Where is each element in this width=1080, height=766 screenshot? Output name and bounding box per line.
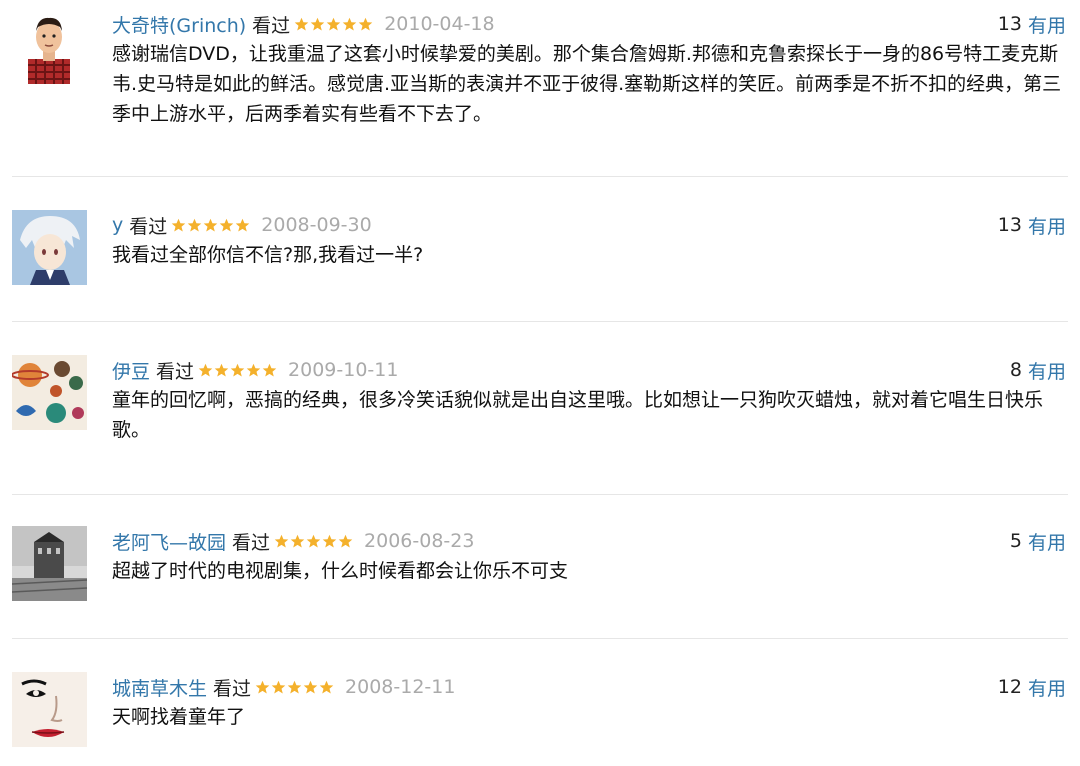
star-icon bbox=[271, 680, 286, 695]
star-icon bbox=[303, 680, 318, 695]
comment-item: 城南草木生 看过 2008-12-11 12 有用 天啊找着童年了 bbox=[12, 672, 1068, 762]
comment-date: 2009-10-11 bbox=[288, 359, 399, 381]
rating-stars bbox=[255, 680, 335, 695]
star-icon bbox=[255, 680, 270, 695]
star-icon bbox=[290, 534, 305, 549]
useful-button[interactable]: 有用 bbox=[1028, 528, 1066, 555]
useful-button[interactable]: 有用 bbox=[1028, 212, 1066, 239]
divider bbox=[12, 176, 1068, 177]
star-icon bbox=[230, 363, 245, 378]
divider bbox=[12, 494, 1068, 495]
comment-date: 2008-12-11 bbox=[345, 676, 456, 698]
comment-header: 老阿飞—故园 看过 2006-08-23 bbox=[112, 526, 474, 556]
star-icon bbox=[319, 680, 334, 695]
watch-status: 看过 bbox=[129, 215, 168, 238]
star-icon bbox=[198, 363, 213, 378]
comment-header: 大奇特(Grinch) 看过 2010-04-18 bbox=[112, 9, 495, 39]
star-icon bbox=[358, 17, 373, 32]
comment-item: 大奇特(Grinch) 看过 2010-04-18 13 有用 感谢瑞信DVD，… bbox=[12, 9, 1068, 159]
comment-date: 2006-08-23 bbox=[364, 530, 475, 552]
comment-item: 老阿飞—故园 看过 2006-08-23 5 有用 超越了时代的电视剧集，什么时… bbox=[12, 526, 1068, 616]
vote-count: 5 bbox=[1009, 530, 1022, 552]
star-icon bbox=[322, 534, 337, 549]
comment-header: y 看过 2008-09-30 bbox=[112, 210, 372, 240]
comment-text: 天啊找着童年了 bbox=[112, 706, 246, 728]
vote-count: 13 bbox=[997, 214, 1022, 236]
vote-count: 13 bbox=[997, 13, 1022, 35]
star-icon bbox=[262, 363, 277, 378]
vote-area: 5 有用 bbox=[1010, 526, 1066, 556]
star-icon bbox=[187, 218, 202, 233]
comment-header: 城南草木生 看过 2008-12-11 bbox=[112, 672, 455, 702]
vote-count: 12 bbox=[997, 676, 1022, 698]
rating-stars bbox=[274, 534, 354, 549]
watch-status: 看过 bbox=[156, 360, 195, 383]
author-link[interactable]: 大奇特(Grinch) bbox=[112, 11, 246, 38]
rating-stars bbox=[294, 17, 374, 32]
watch-status: 看过 bbox=[232, 531, 271, 554]
star-icon bbox=[246, 363, 261, 378]
rating-stars bbox=[171, 218, 251, 233]
vote-count: 8 bbox=[1009, 359, 1022, 381]
star-icon bbox=[342, 17, 357, 32]
author-link[interactable]: 伊豆 bbox=[112, 357, 150, 384]
tower-photo-avatar[interactable] bbox=[12, 526, 87, 601]
comment-text: 我看过全部你信不信?那,我看过一半? bbox=[112, 244, 424, 266]
comment-text: 童年的回忆啊，恶搞的经典，很多冷笑话貌似就是出自这里哦。比如想让一只狗吹灭蜡烛，… bbox=[112, 389, 1044, 441]
star-icon bbox=[171, 218, 186, 233]
vote-area: 8 有用 bbox=[1010, 355, 1066, 385]
useful-button[interactable]: 有用 bbox=[1028, 11, 1066, 38]
comment-date: 2008-09-30 bbox=[261, 214, 372, 236]
vote-area: 13 有用 bbox=[998, 9, 1066, 39]
star-icon bbox=[203, 218, 218, 233]
comment-date: 2010-04-18 bbox=[384, 13, 495, 35]
useful-button[interactable]: 有用 bbox=[1028, 357, 1066, 384]
useful-button[interactable]: 有用 bbox=[1028, 674, 1066, 701]
face-sketch-avatar[interactable] bbox=[12, 672, 87, 747]
anime-character-avatar[interactable] bbox=[12, 210, 87, 285]
star-icon bbox=[287, 680, 302, 695]
divider bbox=[12, 638, 1068, 639]
vote-area: 13 有用 bbox=[998, 210, 1066, 240]
star-icon bbox=[235, 218, 250, 233]
comment-item: y 看过 2008-09-30 13 有用 我看过全部你信不信?那,我看过一半? bbox=[12, 210, 1068, 300]
star-icon bbox=[326, 17, 341, 32]
planet-drawing-avatar[interactable] bbox=[12, 355, 87, 430]
star-icon bbox=[306, 534, 321, 549]
star-icon bbox=[214, 363, 229, 378]
man-portrait-avatar[interactable] bbox=[12, 9, 87, 84]
vote-area: 12 有用 bbox=[998, 672, 1066, 702]
comment-text: 超越了时代的电视剧集，什么时候看都会让你乐不可支 bbox=[112, 560, 569, 582]
star-icon bbox=[274, 534, 289, 549]
watch-status: 看过 bbox=[213, 677, 252, 700]
star-icon bbox=[219, 218, 234, 233]
comment-header: 伊豆 看过 2009-10-11 bbox=[112, 355, 398, 385]
watch-status: 看过 bbox=[252, 14, 291, 37]
star-icon bbox=[338, 534, 353, 549]
comment-list: 大奇特(Grinch) 看过 2010-04-18 13 有用 感谢瑞信DVD，… bbox=[0, 0, 1080, 766]
divider bbox=[12, 321, 1068, 322]
author-link[interactable]: 城南草木生 bbox=[112, 674, 207, 701]
star-icon bbox=[294, 17, 309, 32]
rating-stars bbox=[198, 363, 278, 378]
author-link[interactable]: 老阿飞—故园 bbox=[112, 528, 226, 555]
author-link[interactable]: y bbox=[112, 214, 123, 236]
comment-text: 感谢瑞信DVD，让我重温了这套小时候挚爱的美剧。那个集合詹姆斯.邦德和克鲁索探长… bbox=[112, 43, 1062, 125]
star-icon bbox=[310, 17, 325, 32]
comment-item: 伊豆 看过 2009-10-11 8 有用 童年的回忆啊，恶搞的经典，很多冷笑话… bbox=[12, 355, 1068, 475]
